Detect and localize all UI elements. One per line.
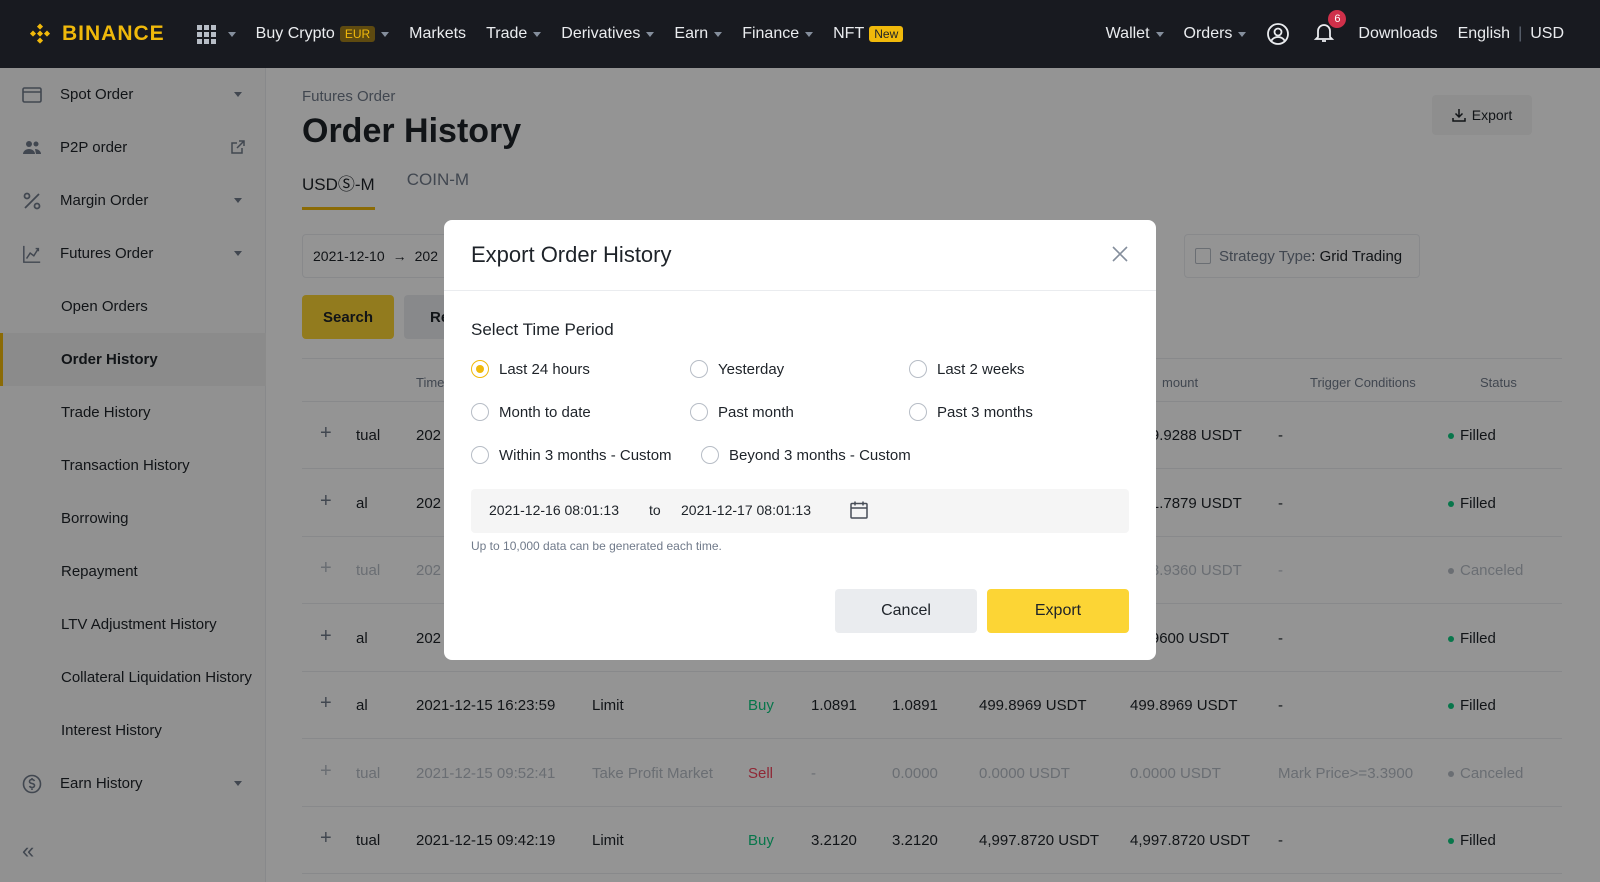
close-icon[interactable] xyxy=(1110,244,1130,264)
notifications-button[interactable]: 6 xyxy=(1312,9,1347,49)
modal-title: Export Order History xyxy=(444,220,1156,291)
nav-label: Markets xyxy=(409,25,467,42)
end-datetime[interactable]: 2021-12-17 08:01:13 xyxy=(681,502,811,518)
radio-past-3-months[interactable]: Past 3 months xyxy=(909,403,1033,421)
nav-downloads[interactable]: Downloads xyxy=(1358,25,1437,43)
radio-button[interactable] xyxy=(471,403,489,421)
nav-label: USD xyxy=(1530,25,1564,42)
radio-last-24-hours[interactable]: Last 24 hours xyxy=(471,360,590,378)
nav-label: Wallet xyxy=(1105,25,1150,42)
radio-past-month[interactable]: Past month xyxy=(690,403,794,421)
nav-nft[interactable]: NFT New xyxy=(833,25,904,43)
radio-beyond-3-months-custom[interactable]: Beyond 3 months - Custom xyxy=(701,446,911,464)
start-datetime[interactable]: 2021-12-16 08:01:13 xyxy=(489,502,619,518)
radio-label: Month to date xyxy=(499,403,591,421)
top-navigation: BINANCE Buy Crypto EUR Markets Trade Deri… xyxy=(0,0,1600,68)
radio-button[interactable] xyxy=(701,446,719,464)
cancel-button[interactable]: Cancel xyxy=(835,589,977,633)
radio-last-2-weeks[interactable]: Last 2 weeks xyxy=(909,360,1025,378)
data-limit-hint: Up to 10,000 data can be generated each … xyxy=(471,539,722,553)
nav-language[interactable]: English xyxy=(1458,25,1510,43)
currency-badge: EUR xyxy=(339,26,376,42)
chevron-down-icon xyxy=(1155,31,1164,37)
nav-buy-crypto[interactable]: Buy Crypto EUR xyxy=(255,25,390,43)
nav-derivatives[interactable]: Derivatives xyxy=(561,25,655,43)
radio-label: Past 3 months xyxy=(937,403,1033,421)
nav-label: NFT xyxy=(833,25,865,42)
radio-button[interactable] xyxy=(690,403,708,421)
binance-logo-icon xyxy=(29,23,51,44)
nav-markets[interactable]: Markets xyxy=(409,25,466,43)
nav-earn[interactable]: Earn xyxy=(674,25,723,43)
custom-date-range-input[interactable]: 2021-12-16 08:01:13 to 2021-12-17 08:01:… xyxy=(471,489,1129,533)
apps-grid-icon xyxy=(196,24,216,44)
radio-within-3-months-custom[interactable]: Within 3 months - Custom xyxy=(471,446,672,464)
radio-label: Last 24 hours xyxy=(499,360,590,378)
time-period-label: Select Time Period xyxy=(471,320,614,339)
profile-button[interactable] xyxy=(1266,22,1290,46)
radio-button[interactable] xyxy=(471,446,489,464)
radio-button[interactable] xyxy=(690,360,708,378)
nav-finance[interactable]: Finance xyxy=(742,25,814,43)
radio-label: Past month xyxy=(718,403,794,421)
to-label: to xyxy=(649,502,661,518)
radio-label: Within 3 months - Custom xyxy=(499,446,672,464)
nav-label: Downloads xyxy=(1358,25,1438,42)
chevron-down-icon xyxy=(227,31,236,37)
radio-label: Last 2 weeks xyxy=(937,360,1025,378)
chevron-down-icon xyxy=(381,31,390,37)
nav-divider: | xyxy=(1518,25,1523,42)
radio-button[interactable] xyxy=(909,360,927,378)
radio-yesterday[interactable]: Yesterday xyxy=(690,360,784,378)
chevron-down-icon xyxy=(805,31,814,37)
nav-label: Buy Crypto xyxy=(255,25,335,42)
radio-label: Beyond 3 months - Custom xyxy=(729,446,911,464)
nav-label: Earn xyxy=(674,25,709,42)
export-order-history-modal: Export Order History Select Time Period … xyxy=(444,220,1156,660)
new-badge: New xyxy=(869,26,904,42)
nav-label: Finance xyxy=(742,25,800,42)
chevron-down-icon xyxy=(533,31,542,37)
nav-label: Orders xyxy=(1183,25,1233,42)
nav-label: Derivatives xyxy=(561,25,641,42)
nav-trade[interactable]: Trade xyxy=(486,25,542,43)
radio-button[interactable] xyxy=(909,403,927,421)
nav-label: English xyxy=(1457,25,1511,42)
brand-name: BINANCE xyxy=(62,22,165,45)
calendar-icon[interactable] xyxy=(849,500,869,520)
chevron-down-icon xyxy=(714,31,723,37)
confirm-export-button[interactable]: Export xyxy=(987,589,1129,633)
nav-wallet[interactable]: Wallet xyxy=(1106,25,1164,43)
nav-label: Trade xyxy=(486,25,528,42)
radio-label: Yesterday xyxy=(718,360,785,378)
nav-currency[interactable]: USD xyxy=(1530,25,1564,43)
chevron-down-icon xyxy=(1238,31,1247,37)
radio-button-selected[interactable] xyxy=(471,360,489,378)
user-icon xyxy=(1267,23,1290,45)
radio-month-to-date[interactable]: Month to date xyxy=(471,403,591,421)
binance-logo[interactable]: BINANCE xyxy=(26,20,165,48)
chevron-down-icon xyxy=(646,31,655,37)
apps-menu[interactable] xyxy=(196,24,236,44)
notification-count-badge: 6 xyxy=(1328,9,1347,28)
nav-orders[interactable]: Orders xyxy=(1184,25,1247,43)
